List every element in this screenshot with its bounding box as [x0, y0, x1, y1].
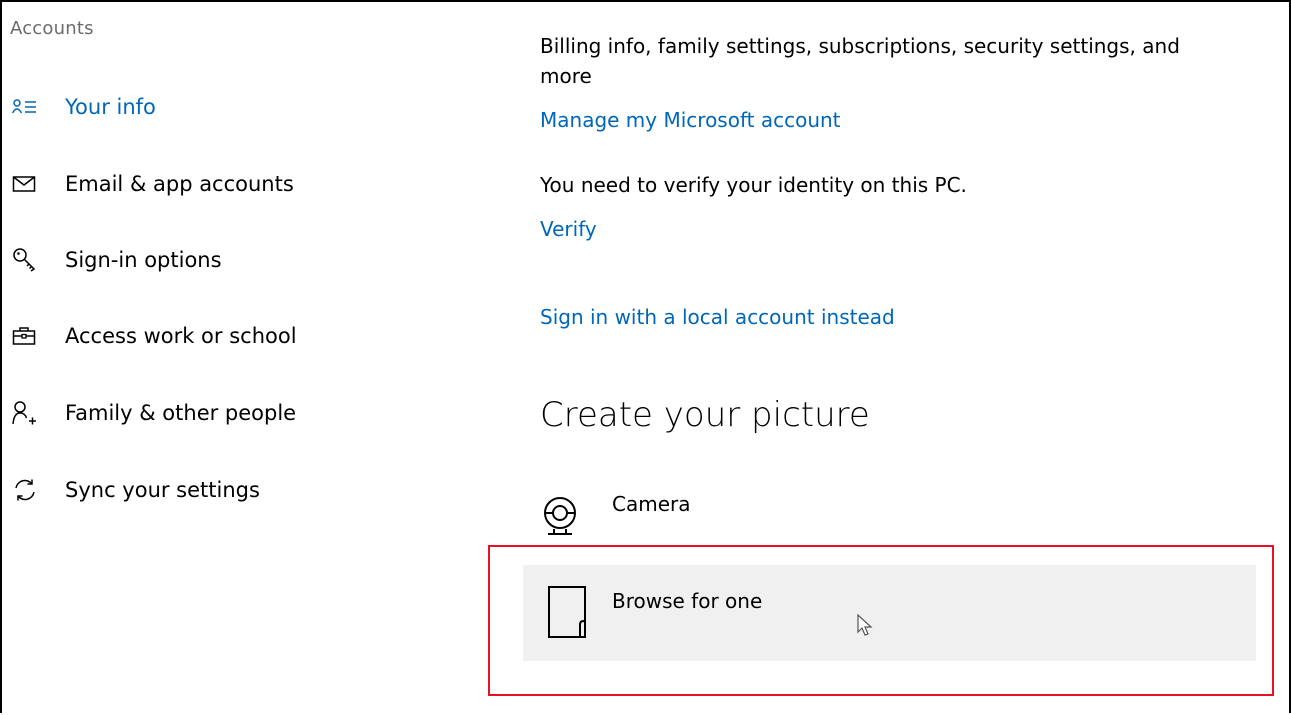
sign-in-local-account-link[interactable]: Sign in with a local account instead — [540, 305, 895, 329]
sidebar-item-sync-your-settings[interactable]: Sync your settings — [2, 465, 442, 515]
envelope-icon — [12, 176, 36, 192]
billing-info-text-continued: more — [540, 64, 592, 88]
camera-option-label: Camera — [612, 492, 691, 516]
key-icon — [13, 248, 36, 272]
verify-identity-text: You need to verify your identity on this… — [540, 173, 967, 197]
sidebar-item-label: Email & app accounts — [65, 172, 294, 196]
browse-for-one-option[interactable]: Browse for one — [523, 565, 1256, 661]
your-info-icon — [12, 99, 36, 114]
sync-icon — [15, 479, 35, 501]
briefcase-icon — [12, 327, 36, 345]
verify-link[interactable]: Verify — [540, 217, 597, 241]
sidebar-item-label: Sign-in options — [65, 248, 222, 272]
sidebar-item-email-app-accounts[interactable]: Email & app accounts — [2, 159, 442, 209]
sidebar-title: Accounts — [10, 18, 94, 39]
billing-info-text: Billing info, family settings, subscript… — [540, 34, 1180, 58]
sidebar-item-label: Family & other people — [65, 401, 297, 425]
sidebar-item-label: Sync your settings — [65, 478, 260, 502]
camera-option[interactable]: Camera — [532, 480, 832, 544]
sidebar: Accounts Your info Email & app accounts — [2, 2, 472, 715]
create-picture-heading: Create your picture — [540, 395, 870, 435]
add-person-icon — [12, 401, 36, 425]
sidebar-item-your-info[interactable]: Your info — [2, 82, 442, 132]
browse-for-one-label: Browse for one — [612, 589, 763, 613]
file-browse-icon — [548, 586, 586, 638]
sidebar-item-access-work-or-school[interactable]: Access work or school — [2, 311, 442, 361]
settings-window: Accounts Your info Email & app accounts — [0, 0, 1291, 713]
sidebar-item-family-other-people[interactable]: Family & other people — [2, 388, 442, 438]
sidebar-item-label: Your info — [65, 95, 156, 119]
sidebar-item-sign-in-options[interactable]: Sign-in options — [2, 235, 442, 285]
mouse-cursor-icon — [857, 614, 873, 636]
manage-microsoft-account-link[interactable]: Manage my Microsoft account — [540, 108, 841, 132]
camera-icon — [544, 497, 576, 535]
sidebar-item-label: Access work or school — [65, 324, 297, 348]
